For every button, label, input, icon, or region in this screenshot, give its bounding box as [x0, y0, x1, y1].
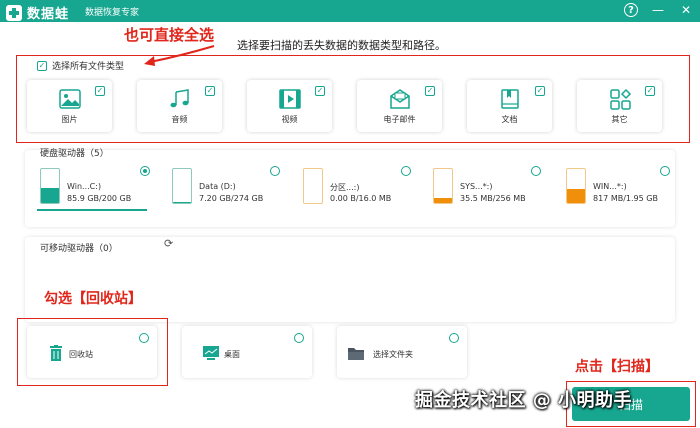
removable-drives-title: 可移动驱动器（0） — [40, 244, 118, 254]
watermark-text: 掘金技术社区 @ 小明助手 — [415, 390, 633, 411]
image-icon — [58, 89, 81, 109]
drive-name: Data (D:) — [199, 182, 236, 191]
close-button[interactable]: ✕ — [678, 2, 694, 18]
drive-radio[interactable] — [660, 166, 670, 176]
app-name: 数据蛙 — [27, 7, 70, 22]
file-type-label: 图片 — [61, 115, 78, 124]
drive-icon — [303, 168, 323, 204]
drive-name: 分区...:) — [330, 183, 360, 192]
drive-name: SYS...*:) — [460, 182, 493, 191]
file-type-label: 视频 — [281, 115, 298, 124]
location-desktop[interactable]: 桌面 — [182, 326, 312, 378]
location-choose-folder[interactable]: 选择文件夹 — [337, 326, 467, 378]
other-icon — [609, 88, 631, 110]
instruction-text: 选择要扫描的丢失数据的数据类型和路径。 — [237, 39, 446, 52]
checkbox-checked-icon[interactable]: ✓ — [535, 86, 545, 96]
checkbox-checked-icon[interactable]: ✓ — [425, 86, 435, 96]
drive-radio[interactable] — [401, 166, 411, 176]
location-label: 选择文件夹 — [373, 350, 413, 359]
drive-c[interactable]: Win...C:) 85.9 GB/200 GB — [40, 166, 150, 210]
drive-size: 35.5 MB/256 MB — [460, 194, 526, 203]
help-button[interactable]: ? — [624, 3, 638, 17]
checkbox-checked-icon: ✓ — [37, 60, 47, 71]
drive-icon — [172, 168, 192, 204]
drive-size: 817 MB/1.95 GB — [593, 194, 658, 203]
logo-icon — [6, 4, 22, 21]
scan-annotation: 点击【扫描】 — [575, 359, 659, 375]
location-radio[interactable] — [139, 333, 149, 343]
title-bar: 数据蛙 数据恢复专家 ? — ✕ — [0, 0, 700, 22]
drive-size: 7.20 GB/274 GB — [199, 194, 264, 203]
file-type-card-audio[interactable]: ✓ 音频 — [137, 80, 222, 132]
drive-d[interactable]: Data (D:) 7.20 GB/274 GB — [172, 166, 282, 210]
drive-usage-bar — [567, 188, 585, 203]
drive-sys[interactable]: SYS...*:) 35.5 MB/256 MB — [433, 166, 543, 210]
checkbox-checked-icon[interactable]: ✓ — [645, 86, 655, 96]
desktop-icon — [203, 346, 219, 360]
file-type-card-document[interactable]: ✓ 文档 — [467, 80, 552, 132]
checkbox-checked-icon[interactable]: ✓ — [315, 86, 325, 96]
file-type-label: 音频 — [171, 115, 188, 124]
file-type-card-email[interactable]: ✓ 电子邮件 — [357, 80, 442, 132]
selected-drive-underline — [37, 209, 147, 211]
file-type-card-other[interactable]: ✓ 其它 — [577, 80, 662, 132]
location-label: 回收站 — [69, 350, 93, 359]
drive-partition[interactable]: 分区...:) 0.00 B/16.0 MB — [303, 166, 413, 210]
drive-usage-bar — [434, 198, 452, 203]
location-radio[interactable] — [449, 333, 459, 343]
drive-radio[interactable] — [140, 166, 150, 176]
file-type-card-video[interactable]: ✓ 视频 — [247, 80, 332, 132]
recycle-annotation: 勾选【回收站】 — [44, 291, 142, 307]
removable-drives-panel — [25, 237, 675, 322]
audio-icon — [170, 89, 189, 108]
refresh-icon[interactable]: ⟳ — [164, 238, 176, 250]
drive-usage-bar — [41, 188, 59, 203]
folder-icon — [348, 348, 364, 360]
document-icon — [500, 89, 519, 109]
video-icon — [278, 89, 301, 109]
minimize-button[interactable]: — — [650, 2, 666, 18]
window-controls: ? — ✕ — [624, 2, 694, 18]
select-all-checkbox[interactable]: ✓ 选择所有文件类型 — [37, 59, 124, 72]
file-type-label: 文档 — [501, 115, 518, 124]
drive-usage-bar — [173, 201, 191, 203]
location-label: 桌面 — [224, 350, 240, 359]
drive-size: 85.9 GB/200 GB — [67, 194, 132, 203]
email-icon — [389, 89, 410, 109]
drive-name: Win...C:) — [67, 182, 102, 191]
location-recycle-bin[interactable]: 回收站 — [27, 326, 157, 378]
drive-radio[interactable] — [531, 166, 541, 176]
file-type-label: 其它 — [611, 115, 628, 124]
drive-win[interactable]: WIN...*:) 817 MB/1.95 GB — [566, 166, 676, 210]
drive-icon — [40, 168, 60, 204]
file-type-label: 电子邮件 — [383, 115, 416, 124]
file-type-card-image[interactable]: ✓ 图片 — [27, 80, 112, 132]
hard-drives-title: 硬盘驱动器（5） — [40, 149, 109, 159]
app-subtitle: 数据恢复专家 — [85, 8, 140, 18]
drive-name: WIN...*:) — [593, 182, 627, 191]
checkbox-checked-icon[interactable]: ✓ — [95, 86, 105, 96]
location-radio[interactable] — [294, 333, 304, 343]
checkbox-checked-icon[interactable]: ✓ — [205, 86, 215, 96]
drive-icon — [566, 168, 586, 204]
drive-radio[interactable] — [270, 166, 280, 176]
app-logo: 数据蛙 — [6, 3, 69, 22]
select-all-label: 选择所有文件类型 — [52, 62, 125, 72]
drive-icon — [433, 168, 453, 204]
drive-size: 0.00 B/16.0 MB — [330, 194, 392, 203]
trash-icon — [50, 345, 62, 361]
